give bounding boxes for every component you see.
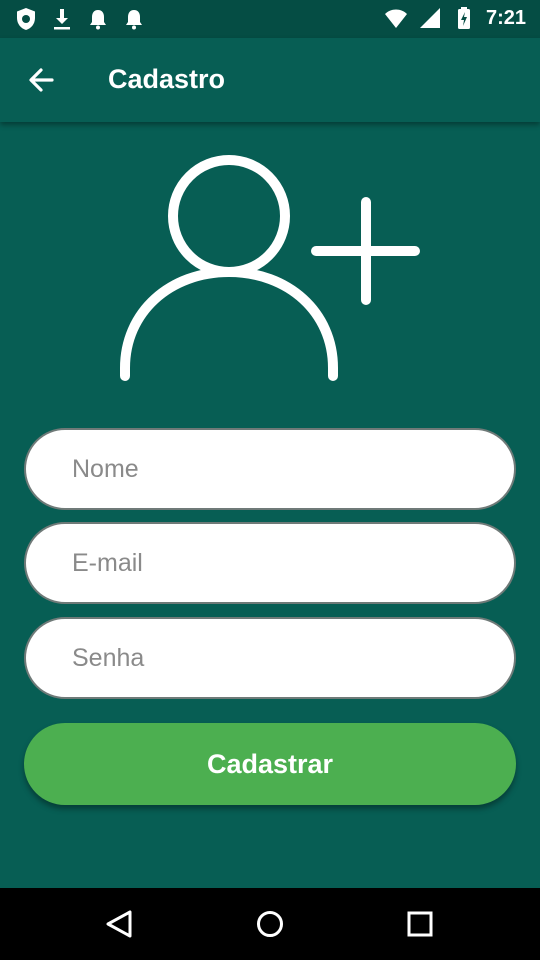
email-input[interactable] (24, 522, 516, 604)
nav-back-icon[interactable] (100, 904, 140, 944)
wifi-icon (384, 9, 407, 28)
status-time: 7:21 (485, 6, 526, 29)
shield-icon (17, 8, 35, 30)
name-input[interactable] (24, 428, 516, 510)
nav-home-icon[interactable] (250, 904, 290, 944)
arrow-back-icon[interactable] (22, 62, 62, 98)
password-input[interactable] (24, 617, 516, 699)
page-title: Cadastro (108, 64, 226, 94)
signal-icon (419, 8, 440, 28)
add-user-icon (120, 155, 420, 381)
battery-charging-icon (457, 7, 470, 29)
status-left-icons (14, 7, 146, 31)
status-bar: 7:21 (0, 0, 540, 38)
notification-bell-icon (90, 10, 106, 30)
notification-bell-icon (126, 10, 142, 30)
status-right-icons: 7:21 (384, 6, 526, 30)
navigation-bar (0, 888, 540, 960)
register-button[interactable]: Cadastrar (24, 723, 516, 805)
app-bar: Cadastro (0, 38, 540, 122)
download-icon (54, 9, 70, 30)
nav-recents-icon[interactable] (400, 904, 440, 944)
